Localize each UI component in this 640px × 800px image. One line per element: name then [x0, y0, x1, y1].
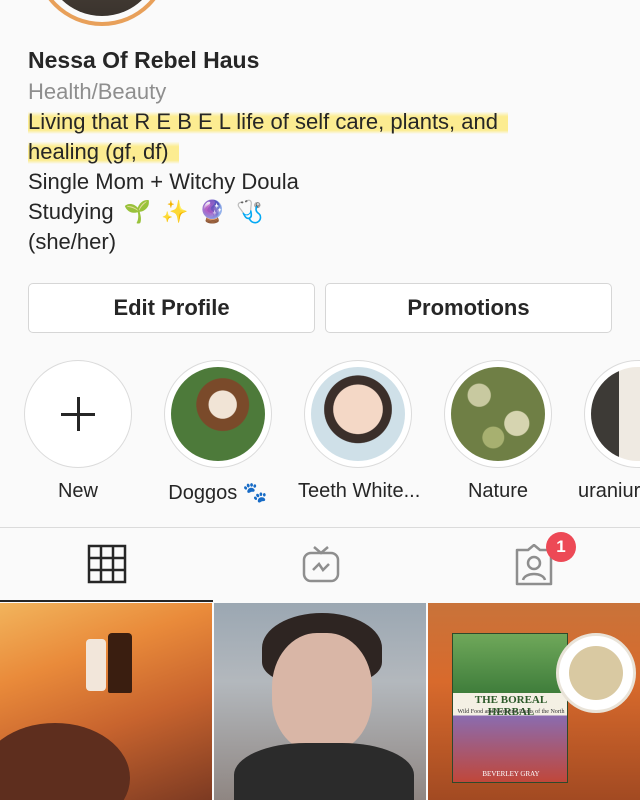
- bio-line-5: (she/her): [28, 229, 117, 254]
- bio-line-3: Single Mom + Witchy Doula: [28, 169, 299, 194]
- story-highlights: New Doggos 🐾 Teeth White... Nature urani…: [0, 360, 640, 505]
- photo-shape: [0, 723, 130, 800]
- post-thumbnail[interactable]: [0, 603, 212, 800]
- highlight-doggos-circle[interactable]: [164, 360, 272, 468]
- bio-line-2: healing (gf, df): [28, 139, 179, 164]
- highlight-nature[interactable]: Nature: [438, 360, 558, 503]
- tab-igtv[interactable]: [214, 528, 427, 602]
- sprout-emoji-icon: 🌱: [123, 199, 152, 224]
- igtv-icon: [302, 546, 339, 583]
- highlight-nature-circle[interactable]: [444, 360, 552, 468]
- highlight-doggos-cover: [171, 367, 265, 461]
- profile-name: Nessa Of Rebel Haus: [28, 47, 260, 73]
- highlight-teeth-whitening[interactable]: Teeth White...: [298, 360, 421, 503]
- crystal-ball-emoji-icon: 🔮: [198, 199, 227, 224]
- bottle-shape: [108, 633, 132, 693]
- highlight-uranium-circle[interactable]: [584, 360, 640, 468]
- highlight-nature-cover: [451, 367, 545, 461]
- tea-mug: [556, 633, 636, 713]
- highlight-teeth-circle[interactable]: [304, 360, 412, 468]
- face-shape: [272, 633, 372, 753]
- tagged-notification-badge: 1: [546, 532, 576, 562]
- highlight-teeth-cover: [311, 367, 405, 461]
- highlight-new-circle[interactable]: [24, 360, 132, 468]
- highlight-label: Teeth White...: [298, 480, 421, 502]
- highlight-new[interactable]: New: [18, 360, 138, 503]
- highlight-uranium-cover: [591, 367, 640, 461]
- profile-tabs: [0, 528, 640, 602]
- grid-icon: [87, 544, 126, 584]
- profile-avatar[interactable]: [34, 0, 170, 26]
- tab-grid[interactable]: [0, 528, 213, 602]
- posts-grid: THE BOREAL HERBAL Wild Food and Medicine…: [0, 603, 640, 800]
- edit-profile-button[interactable]: Edit Profile: [28, 283, 315, 333]
- book-author: BEVERLEY GRAY: [482, 770, 540, 778]
- highlight-label: Doggos 🐾: [168, 482, 268, 504]
- avatar-photo: [44, 0, 160, 16]
- promotions-button[interactable]: Promotions: [325, 283, 612, 333]
- tab-tagged[interactable]: [427, 528, 640, 602]
- highlight-uranium[interactable]: uraniur: [578, 360, 640, 503]
- bio-studying-text: Studying: [28, 199, 114, 224]
- bio-line-1: Living that R E B E L life of self care,…: [28, 109, 508, 134]
- stethoscope-emoji-icon: 🩺: [236, 199, 264, 224]
- bottle-shape: [86, 639, 106, 691]
- book-cover: THE BOREAL HERBAL Wild Food and Medicine…: [452, 633, 568, 783]
- highlight-label: New: [57, 480, 98, 502]
- sparkles-emoji-icon: ✨: [161, 199, 189, 224]
- highlight-label: uraniur: [578, 480, 640, 502]
- profile-category: Health/Beauty: [28, 79, 167, 104]
- highlight-label: Nature: [467, 480, 529, 502]
- shirt-shape: [234, 743, 414, 800]
- profile-bio: Nessa Of Rebel Haus Health/Beauty Living…: [28, 44, 618, 257]
- book-subtitle: Wild Food and Medicine Plants of the Nor…: [457, 709, 565, 715]
- profile-page: Nessa Of Rebel Haus Health/Beauty Living…: [0, 0, 640, 800]
- bio-line-4: Studying 🌱 ✨ 🔮 🩺: [28, 197, 618, 227]
- plus-icon: [61, 397, 95, 431]
- post-thumbnail[interactable]: [214, 603, 426, 800]
- highlight-doggos[interactable]: Doggos 🐾: [158, 360, 278, 505]
- post-thumbnail[interactable]: THE BOREAL HERBAL Wild Food and Medicine…: [428, 603, 640, 800]
